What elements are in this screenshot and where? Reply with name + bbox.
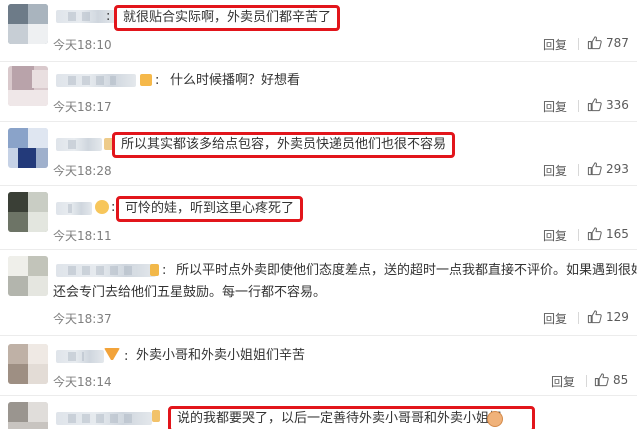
comment-item: : 可怜的娃，听到这里心疼死了 今天18:11 回复 165	[0, 186, 637, 248]
avatar[interactable]	[8, 256, 48, 296]
username-blurred[interactable]	[56, 202, 92, 215]
comment-time: 今天18:28	[53, 164, 112, 178]
comment-item: : 外卖小哥和外卖小姐姐们辛苦 今天18:14 回复 85	[0, 336, 637, 396]
emoji-icon	[487, 411, 503, 427]
comment-text: 所以其实都该多给点包容，外卖员快递员他们也很不容易	[112, 132, 456, 158]
reply-button[interactable]: 回复	[551, 373, 575, 390]
separator	[586, 375, 587, 387]
like-button[interactable]: 129	[587, 309, 629, 324]
reply-button[interactable]: 回复	[543, 310, 567, 327]
avatar[interactable]	[8, 4, 48, 44]
comment-item: 说的我都要哭了，以后一定善待外卖小哥哥和外卖小姐姐	[0, 396, 637, 429]
reply-button[interactable]: 回复	[543, 98, 567, 115]
like-count: 129	[606, 309, 629, 324]
like-button[interactable]: 85	[594, 372, 628, 387]
separator	[578, 229, 579, 241]
comment-item: : 所以平时点外卖即使他们态度差点，送的超时一点我都直接不评价。如果遇到很好的 …	[0, 250, 637, 336]
like-button[interactable]: 165	[587, 226, 629, 241]
username-blurred[interactable]	[56, 74, 136, 87]
verified-v-icon	[104, 348, 120, 362]
crown-badge-icon	[152, 410, 160, 422]
reply-button[interactable]: 回复	[543, 227, 567, 244]
separator	[578, 164, 579, 176]
username-blurred[interactable]	[56, 350, 104, 363]
colon-separator: :	[155, 73, 160, 88]
comment-text: 外卖小哥和外卖小姐姐们辛苦	[136, 348, 306, 363]
like-button[interactable]: 293	[587, 161, 629, 176]
comment-text-line2: 还会专门去给他们五星鼓励。每一行都不容易。	[53, 285, 327, 300]
comment-text: 说的我都要哭了，以后一定善待外卖小哥哥和外卖小姐姐	[168, 406, 536, 429]
comment-text: 可怜的娃，听到这里心疼死了	[116, 196, 304, 222]
comment-item: : 什么时候播啊？好想看 今天18:17 回复 336	[0, 62, 637, 122]
separator	[578, 100, 579, 112]
like-count: 293	[606, 161, 629, 176]
like-count: 85	[613, 372, 629, 387]
separator	[578, 312, 579, 324]
thumbs-up-icon	[594, 372, 609, 387]
colon-separator: :	[124, 349, 129, 364]
reply-button[interactable]: 回复	[543, 162, 567, 179]
thumbs-up-icon	[587, 161, 602, 176]
thumbs-up-icon	[587, 226, 602, 241]
comment-text-line1: 所以平时点外卖即使他们态度差点，送的超时一点我都直接不评价。如果遇到很好的	[176, 263, 637, 278]
colon-separator: :	[111, 200, 116, 215]
comment-time: 今天18:10	[53, 38, 112, 52]
colon-separator: :	[106, 9, 111, 24]
comment-text: 什么时候播啊？好想看	[170, 73, 301, 88]
comment-time: 今天18:14	[53, 375, 112, 389]
like-button[interactable]: 336	[587, 97, 629, 112]
username-blurred[interactable]	[56, 412, 152, 425]
thumbs-up-icon	[587, 35, 602, 50]
comment-time: 今天18:11	[53, 229, 112, 243]
comment-text: 就很贴合实际啊，外卖员们都辛苦了	[114, 5, 341, 31]
colon-separator: :	[162, 263, 167, 278]
crown-badge-icon	[140, 74, 152, 86]
avatar[interactable]	[8, 66, 48, 106]
separator	[578, 38, 579, 50]
comment-time: 今天18:17	[53, 100, 112, 114]
avatar[interactable]	[8, 128, 48, 168]
comment-item: : 就很贴合实际啊，外卖员们都辛苦了 今天18:10 回复 787	[0, 0, 637, 62]
username-blurred[interactable]	[56, 138, 102, 151]
crown-badge-icon	[95, 200, 109, 214]
like-button[interactable]: 787	[587, 35, 629, 50]
like-count: 336	[606, 97, 629, 112]
comment-time: 今天18:37	[53, 312, 112, 326]
comment-item: 所以其实都该多给点包容，外卖员快递员他们也很不容易 今天18:28 回复 293	[0, 122, 637, 186]
reply-button[interactable]: 回复	[543, 36, 567, 53]
thumbs-up-icon	[587, 309, 602, 324]
username-blurred[interactable]	[56, 264, 156, 277]
avatar[interactable]	[8, 402, 48, 429]
avatar[interactable]	[8, 344, 48, 384]
verified-v-icon	[150, 264, 159, 276]
thumbs-up-icon	[587, 97, 602, 112]
like-count: 787	[606, 35, 629, 50]
avatar[interactable]	[8, 192, 48, 232]
like-count: 165	[606, 226, 629, 241]
